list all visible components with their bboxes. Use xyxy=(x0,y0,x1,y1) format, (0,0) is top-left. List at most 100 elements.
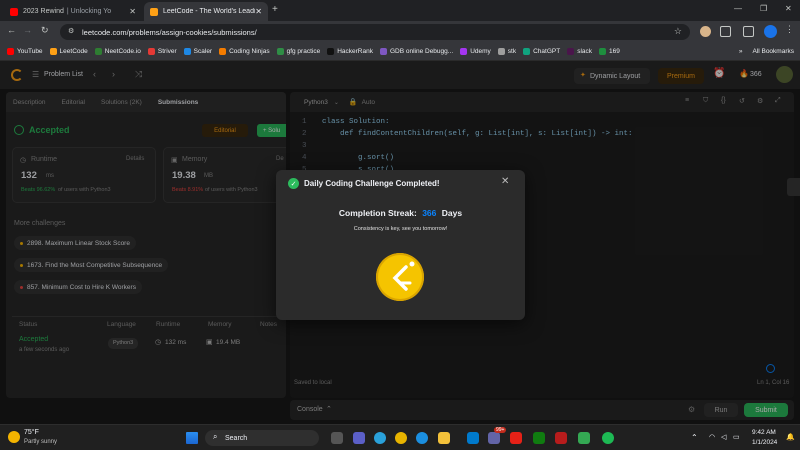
notifications-bell-icon[interactable]: 🔔 xyxy=(786,433,795,441)
forward-icon[interactable]: → xyxy=(23,25,32,35)
bookmark-item[interactable]: YouTube xyxy=(7,47,43,55)
bookmark-label: ChatGPT xyxy=(533,47,561,55)
bookmark-label: stk xyxy=(507,47,517,55)
browser-menu-icon[interactable]: ⋮ xyxy=(785,24,794,35)
youtube-app-icon[interactable] xyxy=(510,432,522,444)
streak-unit: Days xyxy=(441,208,463,218)
close-icon[interactable]: ✕ xyxy=(501,176,509,187)
bookmark-item[interactable]: stk xyxy=(497,47,517,55)
maximize-icon[interactable]: ❐ xyxy=(760,4,767,13)
bookmark-label: gfg practice xyxy=(286,47,321,55)
bookmark-item[interactable]: NeetCode.io xyxy=(94,47,141,55)
bookmark-item[interactable]: Udemy xyxy=(460,47,491,55)
side-panel-icon[interactable] xyxy=(743,26,754,37)
bookmark-label: YouTube xyxy=(17,47,43,55)
bookmark-item[interactable]: LeetCode xyxy=(49,47,88,55)
bookmark-label: 169 xyxy=(609,47,620,55)
telegram-icon[interactable] xyxy=(374,432,386,444)
task-view-icon[interactable] xyxy=(331,432,343,444)
tab-title: 2023 Rewind xyxy=(23,8,64,15)
close-window-icon[interactable]: ✕ xyxy=(785,4,792,13)
tray-chevron-icon[interactable]: ⌃ xyxy=(691,433,698,442)
new-tab-button[interactable]: + xyxy=(272,4,278,15)
leetcode-icon xyxy=(150,7,158,16)
url-text: leetcode.com/problems/assign-cookies/sub… xyxy=(82,27,257,37)
wifi-icon[interactable]: ◠ xyxy=(709,433,715,441)
volume-icon[interactable]: ◁ xyxy=(721,433,726,441)
bookmark-favicon-icon xyxy=(567,47,575,55)
clock-date[interactable]: 1/1/2024 xyxy=(752,439,777,446)
bookmark-favicon-icon xyxy=(183,47,191,55)
edge-icon[interactable] xyxy=(416,432,428,444)
bookmark-star-icon[interactable]: ☆ xyxy=(674,26,682,37)
bookmark-label: Scaler xyxy=(193,47,213,55)
streak-line: Completion Streak: 366 Days xyxy=(276,208,525,218)
close-tab-icon[interactable]: ✕ xyxy=(255,7,262,16)
bookmark-favicon-icon xyxy=(497,47,505,55)
bookmarks-overflow-icon[interactable]: » xyxy=(739,48,743,55)
weather-desc: Partly sunny xyxy=(24,439,58,445)
browser-tab-leetcode[interactable]: LeetCode - The World's Leading ✕ xyxy=(144,2,268,21)
bookmark-label: LeetCode xyxy=(59,47,88,55)
bookmark-item[interactable]: gfg practice xyxy=(276,47,321,55)
bookmark-item[interactable]: Striver xyxy=(147,47,177,55)
taskbar-search-label: Search xyxy=(225,434,248,442)
bookmark-item[interactable]: Coding Ninjas xyxy=(219,47,270,55)
file-explorer-icon[interactable] xyxy=(438,432,450,444)
bookmarks-bar: YouTube LeetCode NeetCode.io Striver Scaler C… xyxy=(0,42,800,61)
address-bar[interactable]: ⚙ leetcode.com/problems/assign-cookies/s… xyxy=(60,24,690,40)
bookmark-favicon-icon xyxy=(599,47,606,55)
bookmark-favicon-icon xyxy=(94,47,102,55)
tab-title: LeetCode - The World's Leading xyxy=(163,8,256,15)
windows-start-icon[interactable] xyxy=(186,432,198,444)
meet-icon[interactable] xyxy=(353,432,365,444)
bookmark-item[interactable]: Scaler xyxy=(183,47,213,55)
vscode-icon[interactable] xyxy=(467,432,479,444)
bookmark-favicon-icon xyxy=(276,47,284,55)
weather-sun-icon[interactable] xyxy=(8,431,20,443)
bookmark-item[interactable]: ChatGPT xyxy=(523,47,561,55)
taskbar-search[interactable]: ⌕ Search xyxy=(205,430,319,446)
battery-icon[interactable]: ▭ xyxy=(733,433,740,441)
bookmark-label: Coding Ninjas xyxy=(229,47,270,55)
xbox-icon[interactable] xyxy=(533,432,545,444)
bookmark-label: Udemy xyxy=(470,47,491,55)
site-info-icon[interactable]: ⚙ xyxy=(68,27,74,35)
bookmark-item[interactable]: HackerRank xyxy=(327,47,373,55)
daily-challenge-modal: ✓ Daily Coding Challenge Completed! ✕ Co… xyxy=(276,170,525,320)
reload-icon[interactable]: ↻ xyxy=(41,25,49,36)
terminal-app-icon[interactable] xyxy=(555,432,567,444)
profile-avatar[interactable] xyxy=(764,25,777,38)
modal-title: Daily Coding Challenge Completed! xyxy=(304,179,440,188)
bookmark-item[interactable]: 169 xyxy=(599,47,620,55)
bookmark-label: NeetCode.io xyxy=(104,47,141,55)
weather-temp[interactable]: 75°F xyxy=(24,429,39,436)
chrome-icon[interactable] xyxy=(395,432,407,444)
back-icon[interactable]: ← xyxy=(7,25,16,35)
bookmark-favicon-icon xyxy=(523,47,531,55)
bookmark-favicon-icon xyxy=(327,47,335,55)
extensions-puzzle-icon[interactable] xyxy=(720,26,731,37)
all-bookmarks-link[interactable]: All Bookmarks xyxy=(752,48,794,55)
clock-time[interactable]: 9:42 AM xyxy=(752,429,776,436)
search-icon: ⌕ xyxy=(213,432,218,441)
browser-tab-strip: 2023 Rewind | Unlocking Yo ✕ LeetCode - … xyxy=(0,0,800,21)
minimize-icon[interactable]: — xyxy=(734,4,742,13)
notification-badge: 99+ xyxy=(494,427,507,433)
spotify-icon[interactable] xyxy=(602,432,614,444)
streak-value: 366 xyxy=(422,208,437,218)
bookmark-item[interactable]: GDB online Debugg... xyxy=(379,47,454,55)
windows-taskbar: 75°F Partly sunny ⌕ Search 99+ ⌃ ◠ ◁ ▭ 9… xyxy=(0,424,800,450)
coin-badge-icon xyxy=(376,253,424,301)
check-circle-icon: ✓ xyxy=(288,178,299,189)
bookmark-label: GDB online Debugg... xyxy=(389,47,454,55)
bookmark-favicon-icon xyxy=(460,47,468,55)
extension-icon[interactable] xyxy=(700,26,711,37)
bookmark-item[interactable]: slack xyxy=(567,47,592,55)
browser-tab-rewind[interactable]: 2023 Rewind | Unlocking Yo ✕ xyxy=(4,2,142,21)
bookmark-favicon-icon xyxy=(379,47,387,55)
bookmark-label: slack xyxy=(577,47,592,55)
teams-icon[interactable] xyxy=(488,432,500,444)
close-tab-icon[interactable]: ✕ xyxy=(129,7,136,16)
drive-icon[interactable] xyxy=(578,432,590,444)
